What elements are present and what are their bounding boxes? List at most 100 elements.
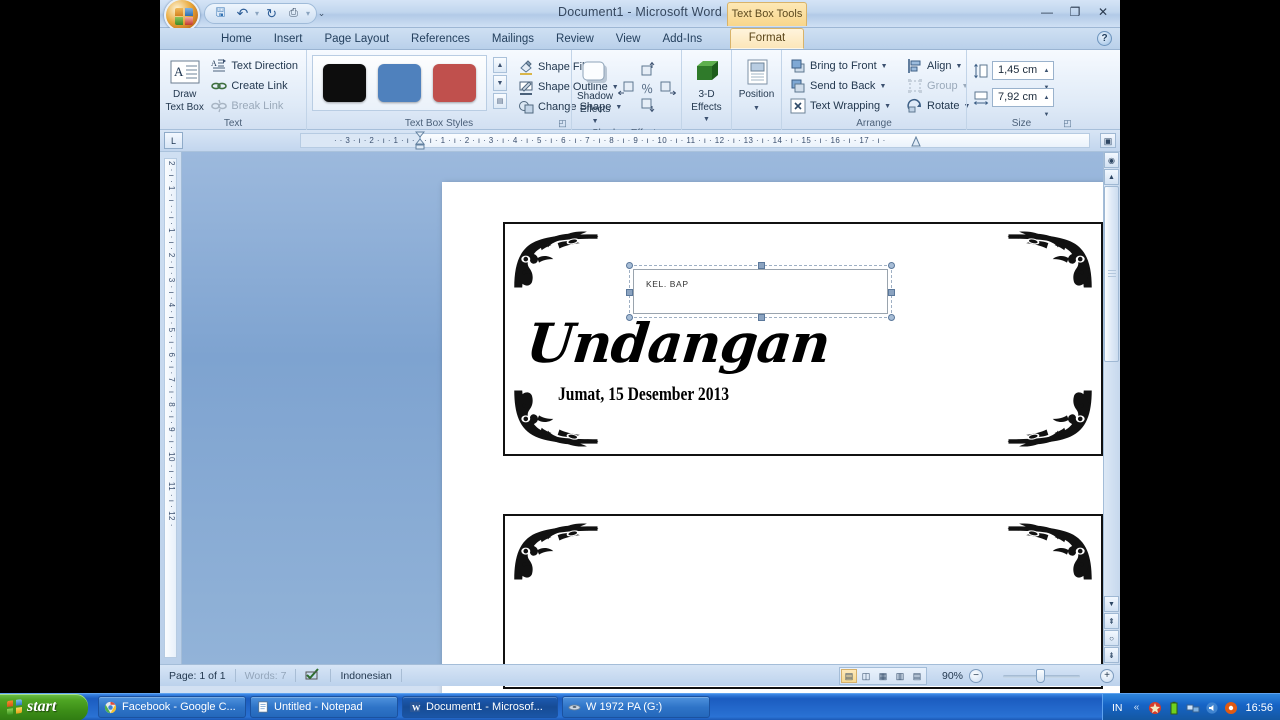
- send-to-back-button[interactable]: Send to Back ▼: [787, 76, 894, 96]
- shadow-nudge-down-icon[interactable]: [638, 97, 656, 116]
- scrollbar-thumb[interactable]: [1104, 186, 1119, 362]
- shape-height-input[interactable]: 1,45 cm ▲▼: [992, 61, 1054, 91]
- create-link-button[interactable]: Create Link: [208, 76, 301, 96]
- tab-references[interactable]: References: [400, 30, 481, 49]
- shadow-effects-button[interactable]: Shadow Effects ▼: [577, 55, 613, 127]
- word-count[interactable]: Words: 7: [236, 670, 296, 682]
- break-link-button[interactable]: Break Link: [208, 96, 301, 116]
- shadow-nudge-right-icon[interactable]: [658, 79, 677, 98]
- tab-mailings[interactable]: Mailings: [481, 30, 545, 49]
- text-box-styles-dialog-launcher-icon[interactable]: ◰: [557, 118, 568, 129]
- invitation-card-2[interactable]: [503, 514, 1103, 689]
- maximize-button[interactable]: ❐: [1062, 3, 1088, 21]
- position-caret-icon[interactable]: ▼: [753, 105, 760, 112]
- send-to-back-caret-icon[interactable]: ▼: [879, 83, 886, 90]
- tab-add-ins[interactable]: Add-Ins: [651, 30, 713, 49]
- handle-bottom-right[interactable]: [888, 314, 895, 321]
- start-button[interactable]: start: [0, 693, 88, 720]
- next-page-button[interactable]: ⇟: [1104, 647, 1119, 663]
- page-indicator[interactable]: Page: 1 of 1: [160, 670, 235, 682]
- shape-height-spinner[interactable]: ▲▼: [1041, 63, 1052, 91]
- tab-selector-button[interactable]: L: [164, 132, 183, 149]
- tab-view[interactable]: View: [605, 30, 652, 49]
- right-indent-marker[interactable]: [911, 135, 921, 151]
- taskbar-item-facebook[interactable]: Facebook - Google C...: [98, 696, 246, 718]
- style-swatch-1[interactable]: [323, 64, 366, 102]
- zoom-slider-knob[interactable]: [1036, 669, 1045, 683]
- taskbar-item-notepad[interactable]: Untitled - Notepad: [250, 696, 398, 718]
- rotate-button[interactable]: Rotate ▼: [904, 96, 973, 116]
- bring-to-front-caret-icon[interactable]: ▼: [881, 63, 888, 70]
- tab-page-layout[interactable]: Page Layout: [313, 30, 400, 49]
- document-page[interactable]: Undangan Jumat, 15 Desember 2013 KEL. BA…: [442, 182, 1120, 693]
- minimize-button[interactable]: —: [1034, 3, 1060, 21]
- bring-to-front-button[interactable]: Bring to Front ▼: [787, 56, 894, 76]
- tab-insert[interactable]: Insert: [263, 30, 314, 49]
- proofing-status-icon[interactable]: [296, 667, 330, 684]
- ime-indicator[interactable]: IN: [1112, 702, 1123, 714]
- media-icon[interactable]: [1224, 701, 1238, 715]
- previous-page-button[interactable]: ⇞: [1104, 613, 1119, 629]
- tab-home[interactable]: Home: [210, 30, 263, 49]
- zoom-level[interactable]: 90%: [933, 670, 963, 682]
- view-full-screen-reading-button[interactable]: ◫: [858, 669, 874, 683]
- tab-format[interactable]: Format: [730, 28, 804, 49]
- 3d-effects-caret-icon[interactable]: ▼: [703, 116, 710, 123]
- zoom-slider[interactable]: [989, 669, 1094, 683]
- zoom-out-button[interactable]: −: [969, 669, 983, 683]
- text-wrapping-button[interactable]: Text Wrapping ▼: [787, 96, 894, 116]
- text-direction-button[interactable]: A Text Direction: [208, 56, 301, 76]
- taskbar-item-word[interactable]: W Document1 - Microsof...: [402, 696, 558, 718]
- 3d-effects-button[interactable]: 3-D Effects ▼: [687, 53, 726, 125]
- network-icon[interactable]: [1186, 701, 1200, 715]
- horizontal-ruler[interactable]: L · · 3 · ı · 2 · ı · 1 · ı · · ı · 1 · …: [160, 130, 1120, 152]
- select-browse-object-icon[interactable]: ◉: [1104, 152, 1119, 168]
- view-outline-button[interactable]: ▥: [892, 669, 908, 683]
- handle-top-left[interactable]: [626, 262, 633, 269]
- show-ruler-button[interactable]: ▣: [1100, 133, 1116, 148]
- shape-width-spinner[interactable]: ▲ ▼: [1041, 90, 1052, 118]
- audio-icon[interactable]: [1205, 701, 1219, 715]
- zoom-in-button[interactable]: +: [1100, 669, 1114, 683]
- view-draft-button[interactable]: ▤: [909, 669, 925, 683]
- battery-icon[interactable]: [1167, 701, 1181, 715]
- shadow-on-off-icon[interactable]: ％: [641, 80, 653, 97]
- style-swatch-2[interactable]: [378, 64, 421, 102]
- handle-top-right[interactable]: [888, 262, 895, 269]
- draw-text-box-button[interactable]: A Draw Text Box: [165, 53, 204, 113]
- gallery-scroll-up-icon[interactable]: ▲: [493, 57, 507, 73]
- vertical-ruler[interactable]: 2 · ı · 1 · ı · · ı · 1 · ı · 2 · ı · 3 …: [160, 152, 182, 664]
- language-indicator[interactable]: Indonesian: [331, 670, 400, 682]
- position-button[interactable]: Position ▼: [737, 53, 776, 114]
- show-hidden-icons-icon[interactable]: «: [1129, 701, 1143, 715]
- tab-review[interactable]: Review: [545, 30, 605, 49]
- size-dialog-launcher-icon[interactable]: ◰: [1062, 118, 1073, 129]
- handle-middle-right[interactable]: [888, 289, 895, 296]
- close-button[interactable]: ✕: [1090, 3, 1116, 21]
- scroll-up-button[interactable]: ▲: [1104, 169, 1119, 185]
- align-caret-icon[interactable]: ▼: [956, 63, 963, 70]
- align-button[interactable]: Align ▼: [904, 56, 973, 76]
- text-box-styles-gallery[interactable]: [312, 55, 487, 111]
- help-icon[interactable]: ?: [1097, 31, 1112, 46]
- handle-top-center[interactable]: [758, 262, 765, 269]
- antivirus-icon[interactable]: [1148, 701, 1162, 715]
- shape-width-input[interactable]: 7,92 cm ▲ ▼: [992, 88, 1054, 118]
- clock[interactable]: 16:56: [1245, 702, 1273, 714]
- shadow-nudge-left-icon[interactable]: [617, 79, 636, 98]
- handle-bottom-left[interactable]: [626, 314, 633, 321]
- indent-markers[interactable]: [414, 131, 426, 154]
- shadow-effects-caret-icon[interactable]: ▼: [592, 118, 599, 125]
- invitation-card-1[interactable]: Undangan Jumat, 15 Desember 2013 KEL. BA…: [503, 222, 1103, 456]
- taskbar-item-drive[interactable]: W 1972 PA (G:): [562, 696, 710, 718]
- style-swatch-3[interactable]: [433, 64, 476, 102]
- scroll-down-button[interactable]: ▼: [1104, 596, 1119, 612]
- text-wrapping-caret-icon[interactable]: ▼: [884, 103, 891, 110]
- view-print-layout-button[interactable]: ▤: [841, 669, 857, 683]
- group-button[interactable]: Group ▼: [904, 76, 973, 96]
- gallery-more-icon[interactable]: ▤: [493, 93, 507, 109]
- handle-middle-left[interactable]: [626, 289, 633, 296]
- browse-object-button[interactable]: ○: [1104, 630, 1119, 646]
- handle-bottom-center[interactable]: [758, 314, 765, 321]
- invitation-title[interactable]: Undangan: [524, 311, 833, 375]
